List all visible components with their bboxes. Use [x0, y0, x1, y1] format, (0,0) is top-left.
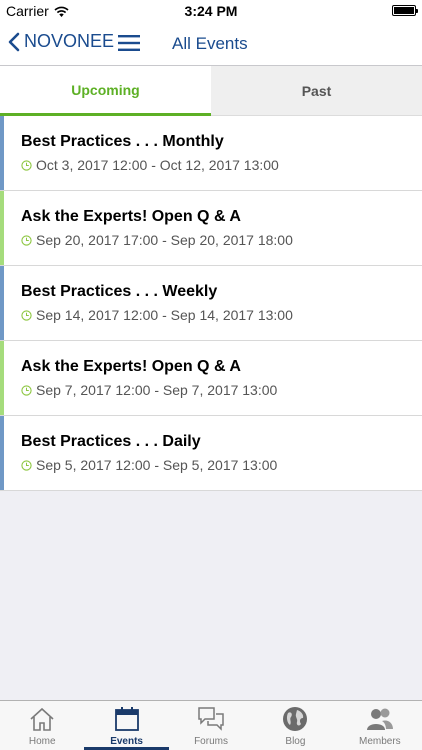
event-row[interactable]: Ask the Experts! Open Q & A Sep 7, 2017 …	[0, 341, 422, 416]
page-title: All Events	[172, 34, 248, 53]
event-date-text: Oct 3, 2017 12:00 - Oct 12, 2017 13:00	[36, 157, 279, 173]
event-title: Ask the Experts! Open Q & A	[21, 208, 241, 225]
calendar-icon	[114, 707, 139, 731]
tab-bar-events[interactable]: Events	[84, 701, 170, 750]
event-date: Sep 14, 2017 12:00 - Sep 14, 2017 13:00	[21, 307, 293, 323]
event-row[interactable]: Best Practices . . . Monthly Oct 3, 2017…	[0, 116, 422, 191]
tab-bar-blog[interactable]: Blog	[253, 701, 337, 750]
clock-icon	[21, 459, 32, 471]
event-date: Oct 3, 2017 12:00 - Oct 12, 2017 13:00	[21, 157, 279, 173]
event-title: Best Practices . . . Weekly	[21, 283, 218, 300]
menu-button[interactable]	[118, 34, 140, 52]
event-accent-bar	[0, 341, 4, 415]
event-tabs: Upcoming Past	[0, 66, 422, 116]
tab-past[interactable]: Past	[211, 66, 422, 116]
event-row[interactable]: Ask the Experts! Open Q & A Sep 20, 2017…	[0, 191, 422, 266]
event-date-text: Sep 20, 2017 17:00 - Sep 20, 2017 18:00	[36, 232, 293, 248]
hamburger-icon	[118, 35, 140, 51]
event-title: Best Practices . . . Daily	[21, 433, 201, 450]
event-title: Ask the Experts! Open Q & A	[21, 358, 241, 375]
battery-icon	[392, 5, 418, 16]
home-icon	[30, 707, 54, 731]
tab-bar-forums[interactable]: Forums	[169, 701, 253, 750]
event-accent-bar	[0, 191, 4, 265]
status-time: 3:24 PM	[184, 3, 238, 19]
globe-icon	[283, 707, 308, 731]
tab-bar-home[interactable]: Home	[0, 701, 84, 750]
event-list: Best Practices . . . Monthly Oct 3, 2017…	[0, 116, 422, 491]
chevron-left-icon	[8, 32, 20, 51]
event-date: Sep 20, 2017 17:00 - Sep 20, 2017 18:00	[21, 232, 293, 248]
tab-bar-label: Blog	[285, 736, 306, 747]
tab-bar-label: Events	[110, 736, 143, 747]
event-row[interactable]: Best Practices . . . Weekly Sep 14, 2017…	[0, 266, 422, 341]
event-accent-bar	[0, 416, 4, 490]
back-label: NOVONEE	[24, 31, 115, 51]
status-bar: Carrier 3:24 PM	[0, 0, 422, 22]
tab-bar-label: Home	[28, 736, 56, 747]
event-date-text: Sep 5, 2017 12:00 - Sep 5, 2017 13:00	[36, 457, 278, 473]
back-button[interactable]: NOVONEE	[8, 31, 114, 52]
clock-icon	[21, 309, 32, 321]
tab-bar-label: Members	[358, 736, 401, 747]
people-icon	[366, 708, 393, 730]
event-date: Sep 7, 2017 12:00 - Sep 7, 2017 13:00	[21, 382, 277, 398]
event-accent-bar	[0, 266, 4, 340]
event-title: Best Practices . . . Monthly	[21, 133, 224, 150]
tab-bar-label: Forums	[194, 736, 228, 747]
event-date-text: Sep 7, 2017 12:00 - Sep 7, 2017 13:00	[36, 382, 278, 398]
clock-icon	[21, 159, 32, 171]
clock-icon	[21, 234, 32, 246]
nav-bar: NOVONEE All Events	[0, 22, 422, 66]
event-date: Sep 5, 2017 12:00 - Sep 5, 2017 13:00	[21, 457, 277, 473]
tab-bar: Home Events Forums Blog Members	[0, 700, 422, 750]
tab-upcoming[interactable]: Upcoming	[0, 66, 211, 116]
clock-icon	[21, 384, 32, 396]
tab-bar-members[interactable]: Members	[338, 701, 422, 750]
event-date-text: Sep 14, 2017 12:00 - Sep 14, 2017 13:00	[36, 307, 293, 323]
chat-bubbles-icon	[198, 707, 224, 731]
event-accent-bar	[0, 116, 4, 190]
event-row[interactable]: Best Practices . . . Daily Sep 5, 2017 1…	[0, 416, 422, 491]
